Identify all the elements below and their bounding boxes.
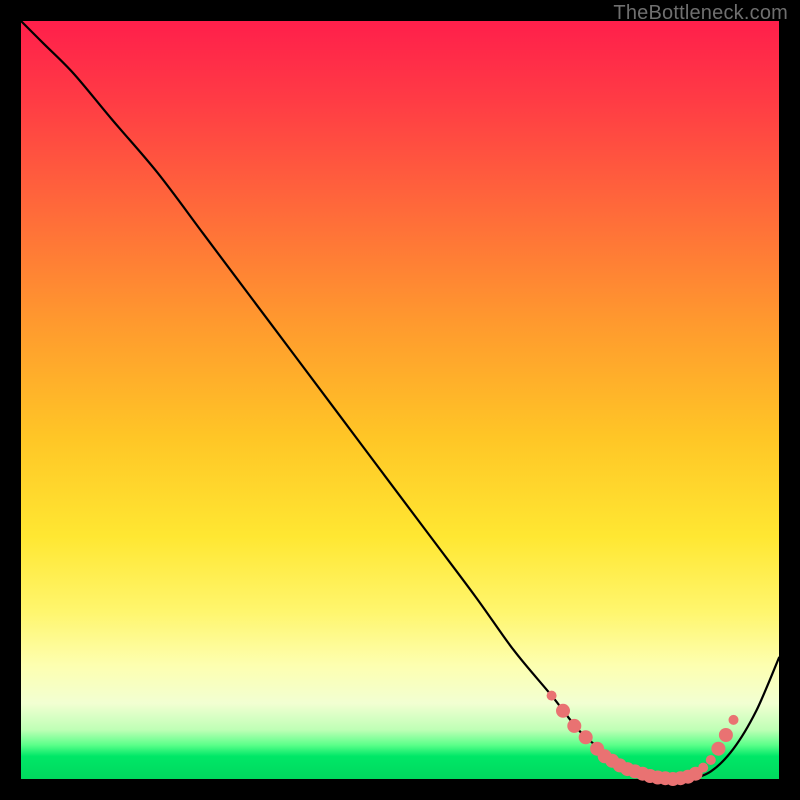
curve-marker <box>556 704 570 718</box>
curve-marker <box>706 755 716 765</box>
curve-marker <box>567 719 581 733</box>
curve-marker <box>579 730 593 744</box>
chart-plot-area <box>21 21 779 779</box>
bottleneck-curve <box>21 21 779 780</box>
curve-marker <box>711 742 725 756</box>
curve-marker <box>719 728 733 742</box>
chart-stage: TheBottleneck.com <box>0 0 800 800</box>
curve-marker <box>547 691 557 701</box>
chart-svg <box>21 21 779 779</box>
curve-marker <box>698 763 708 773</box>
curve-marker <box>729 715 739 725</box>
